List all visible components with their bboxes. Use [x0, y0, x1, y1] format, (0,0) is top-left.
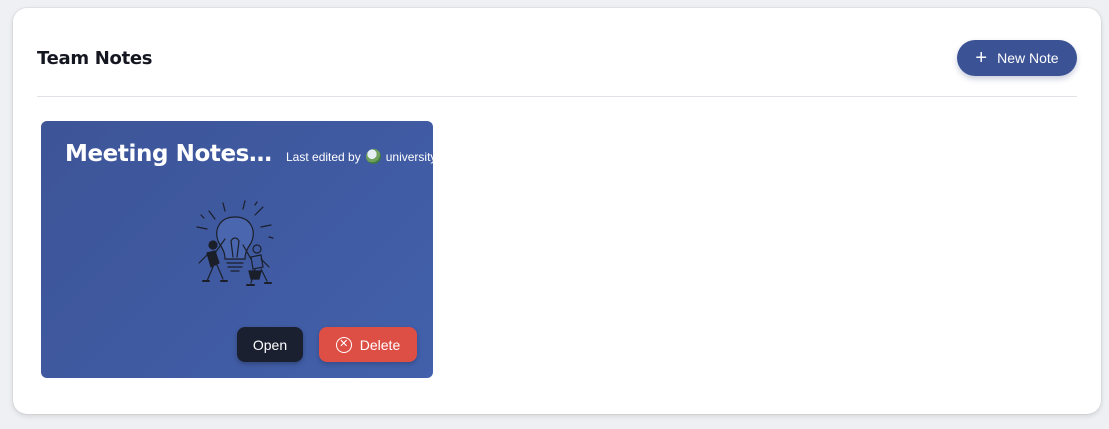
plus-icon: + — [975, 47, 988, 69]
team-notes-panel: Team Notes + New Note Meeting Notes J...… — [13, 8, 1101, 414]
new-note-label: New Note — [997, 50, 1059, 66]
note-card[interactable]: Meeting Notes J... Last edited by univer… — [41, 121, 433, 378]
lightbulb-people-illustration — [196, 200, 274, 286]
header-divider — [37, 96, 1077, 97]
new-note-button[interactable]: + New Note — [957, 40, 1077, 76]
last-edited-prefix: Last edited by — [286, 149, 361, 164]
note-title: Meeting Notes J... — [65, 141, 277, 167]
editor-name: university — [385, 149, 433, 164]
delete-button[interactable]: ✕ Delete — [319, 327, 417, 362]
delete-label: Delete — [359, 336, 401, 353]
open-button[interactable]: Open — [237, 327, 303, 362]
avatar — [365, 149, 381, 164]
panel-header: Team Notes + New Note — [37, 40, 1077, 76]
page-title: Team Notes — [37, 48, 153, 69]
last-edited: Last edited by university — [286, 149, 433, 164]
x-circle-icon: ✕ — [335, 336, 352, 353]
